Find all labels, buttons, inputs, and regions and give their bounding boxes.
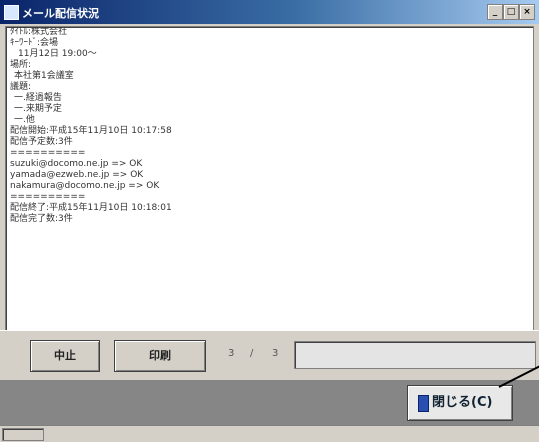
log-line: ========== (10, 192, 86, 202)
progress-total: 3 (272, 348, 279, 359)
log-line: 本社第1会議室 (14, 71, 74, 81)
log-line: 配信完了数:3件 (10, 214, 73, 224)
minimize-button[interactable]: _ (487, 4, 503, 20)
log-line: 配信開始:平成15年11月10日 10:17:58 (10, 126, 172, 136)
log-line: 11月12日 19:00〜 (18, 49, 97, 59)
close-button-label: 閉じる(C) (432, 395, 493, 410)
window-title: メール配信状況 (22, 7, 99, 20)
progress-current: 3 (228, 348, 235, 359)
status-panel (2, 428, 44, 441)
title-bar[interactable]: メール配信状況 _ □ × (0, 0, 539, 24)
stop-button[interactable]: 中止 (30, 340, 100, 372)
progress-bar (294, 341, 536, 369)
delivery-log[interactable]: ﾀｲﾄﾙ:株式会社 ｷｰﾜｰﾄﾞ:会場 11月12日 19:00〜 場所: 本社… (5, 26, 534, 331)
door-exit-icon (418, 395, 429, 412)
app-icon (4, 5, 19, 20)
mail-delivery-status-window: メール配信状況 _ □ × ﾀｲﾄﾙ:株式会社 ｷｰﾜｰﾄﾞ:会場 11月12日… (0, 0, 539, 442)
log-line: ========== (10, 148, 86, 158)
log-line: 場所: (10, 60, 32, 70)
log-line: 配信終了:平成15年11月10日 10:18:01 (10, 203, 172, 213)
log-line: nakamura@docomo.ne.jp => OK (10, 181, 160, 191)
log-line: 一.経過報告 (14, 93, 62, 103)
log-line: 一.他 (14, 115, 35, 125)
log-line: ｷｰﾜｰﾄﾞ:会場 (10, 38, 59, 48)
log-line: 議題: (10, 82, 32, 92)
log-line: 配信予定数:3件 (10, 137, 73, 147)
maximize-button[interactable]: □ (503, 4, 519, 20)
log-line: yamada@ezweb.ne.jp => OK (10, 170, 144, 180)
log-line: 一.来期予定 (14, 104, 62, 114)
close-window-button[interactable]: × (519, 4, 535, 20)
log-line: suzuki@docomo.ne.jp => OK (10, 159, 143, 169)
log-line: ﾀｲﾄﾙ:株式会社 (10, 27, 68, 37)
print-button[interactable]: 印刷 (114, 340, 206, 372)
status-bar (0, 425, 539, 442)
close-button[interactable]: 閉じる(C) (407, 385, 513, 421)
progress-separator: / (250, 348, 254, 359)
